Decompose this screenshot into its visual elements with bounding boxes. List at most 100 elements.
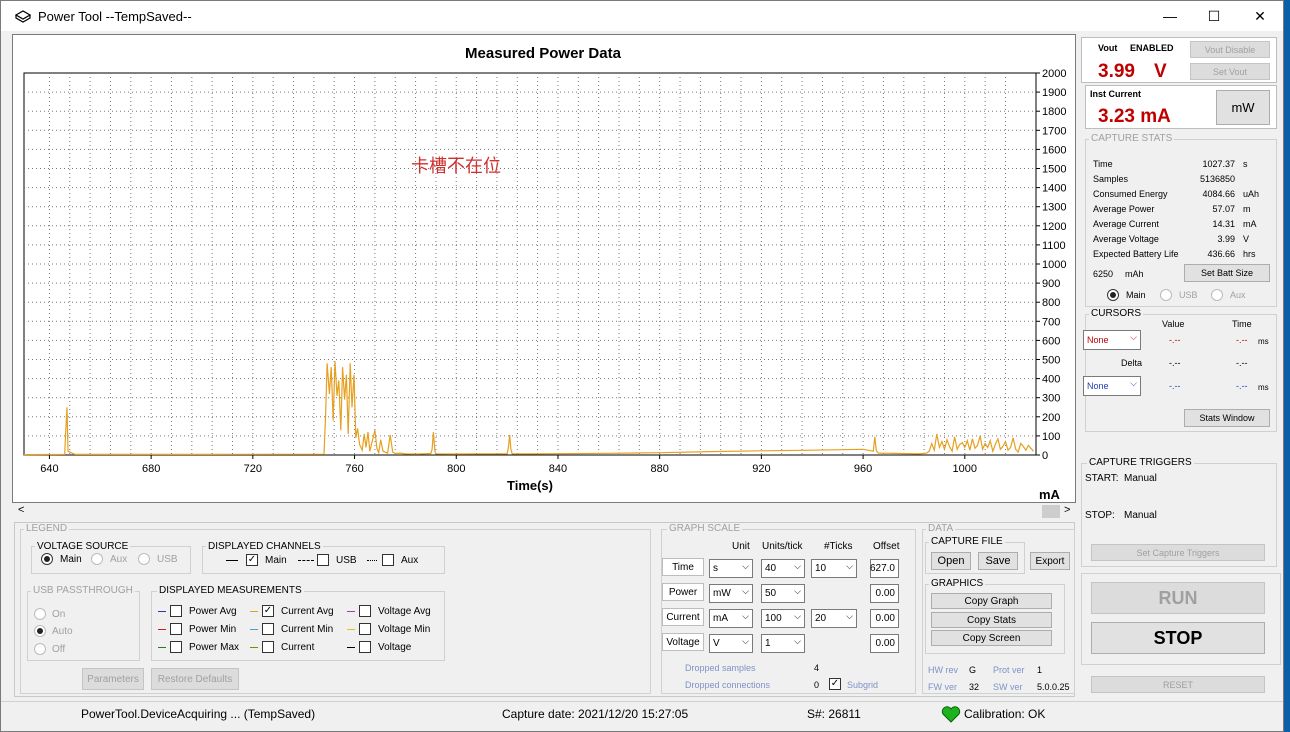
restore-defaults-button[interactable]: Restore Defaults	[151, 668, 239, 690]
vsource-main-radio[interactable]	[41, 553, 53, 565]
stat-unit: hrs	[1243, 249, 1256, 259]
cursor1-select[interactable]: None ⌵	[1083, 330, 1141, 350]
cursors-title: CURSORS	[1089, 308, 1144, 319]
maximize-button[interactable]: ☐	[1191, 1, 1237, 31]
measurement-checkbox[interactable]	[262, 623, 274, 635]
stats-source-aux-radio[interactable]	[1211, 289, 1223, 301]
measurement-checkbox[interactable]	[170, 641, 182, 653]
channel-aux-checkbox[interactable]	[382, 554, 394, 566]
dropped-connections-value: 0	[814, 680, 820, 690]
set-vout-button[interactable]: Set Vout	[1190, 63, 1270, 80]
close-button[interactable]: ✕	[1237, 1, 1283, 31]
scale-units-tick-select[interactable]: 40 ⌵	[761, 559, 805, 578]
scale-units-tick-select[interactable]: 50 ⌵	[761, 584, 805, 603]
stat-value: 436.66	[1207, 249, 1235, 259]
scroll-left-icon[interactable]: <	[18, 504, 24, 516]
copy-stats-button[interactable]: Copy Stats	[931, 612, 1052, 628]
chart-scrollbar[interactable]: < >	[14, 503, 1075, 520]
chart-title: Measured Power Data	[465, 45, 622, 62]
scale-ticks-value: 10	[815, 563, 827, 574]
capture-triggers-title: CAPTURE TRIGGERS	[1087, 457, 1194, 468]
stats-window-button[interactable]: Stats Window	[1184, 409, 1270, 427]
passthrough-off-radio[interactable]	[34, 643, 46, 655]
chevron-down-icon: ⌵	[742, 561, 749, 571]
power-chart[interactable]: Measured Power Data 640 680 720 760 800 840 880…	[13, 35, 1075, 502]
scale-unit-select[interactable]: mA ⌵	[709, 609, 753, 628]
measurement-checkbox[interactable]	[262, 641, 274, 653]
stop-button[interactable]: STOP	[1091, 622, 1265, 654]
parameters-button[interactable]: Parameters	[82, 668, 144, 690]
copy-graph-button[interactable]: Copy Graph	[931, 593, 1052, 609]
vsource-usb-radio[interactable]	[138, 553, 150, 565]
passthrough-auto-radio[interactable]	[34, 625, 46, 637]
scale-units-tick-select[interactable]: 1 ⌵	[761, 634, 805, 653]
unit-toggle-button[interactable]: mW	[1216, 90, 1270, 125]
dropped-connections-label: Dropped connections	[685, 680, 771, 690]
main-line-swatch	[226, 560, 238, 561]
scale-offset-input[interactable]: 0.00	[870, 634, 899, 653]
scale-row-label: Time	[662, 558, 704, 576]
chevron-down-icon: ⌵	[794, 636, 801, 646]
cursor2-ms: ms	[1258, 383, 1269, 392]
scale-offset-header: Offset	[873, 541, 900, 552]
trigger-start-value: Manual	[1124, 473, 1157, 484]
stat-unit: V	[1243, 234, 1250, 244]
scale-unit-select[interactable]: V ⌵	[709, 634, 753, 653]
x-tick-label: 760	[345, 463, 363, 475]
measurement-label: Power Max	[189, 642, 240, 653]
prot-ver-label: Prot ver	[993, 665, 1025, 675]
scale-ticks-select[interactable]: 20 ⌵	[811, 609, 857, 628]
measurement-checkbox[interactable]	[359, 605, 371, 617]
scale-row-label: Current	[662, 608, 704, 626]
measurement-checkbox[interactable]	[170, 623, 182, 635]
run-button[interactable]: RUN	[1091, 582, 1265, 614]
set-batt-size-button[interactable]: Set Batt Size	[1184, 264, 1270, 282]
reset-button[interactable]: RESET	[1091, 676, 1265, 693]
passthrough-on-radio[interactable]	[34, 608, 46, 620]
set-capture-triggers-button[interactable]: Set Capture Triggers	[1091, 544, 1265, 561]
measurement-checkbox[interactable]	[170, 605, 182, 617]
maximize-icon: ☐	[1207, 7, 1221, 24]
status-bar: PowerTool.DeviceAcquiring ... (TempSaved…	[1, 701, 1283, 731]
y-tick-label: 1400	[1042, 183, 1066, 195]
measurement-checkbox[interactable]	[359, 623, 371, 635]
open-button[interactable]: Open	[931, 552, 971, 570]
scroll-right-icon[interactable]: >	[1064, 504, 1070, 516]
app-icon	[15, 10, 31, 23]
save-button[interactable]: Save	[978, 552, 1018, 570]
channel-main-checkbox[interactable]: ✓	[246, 554, 258, 566]
minimize-button[interactable]: —	[1147, 1, 1193, 31]
cursor2-select[interactable]: None ⌵	[1083, 376, 1141, 396]
vout-disable-button[interactable]: Vout Disable	[1190, 41, 1270, 58]
channel-main-label: Main	[265, 555, 287, 566]
scroll-thumb[interactable]	[1042, 505, 1060, 518]
x-tick-label: 840	[549, 463, 567, 475]
trigger-start-label: START:	[1085, 473, 1119, 484]
copy-screen-button[interactable]: Copy Screen	[931, 630, 1052, 646]
window-title: Power Tool --TempSaved--	[38, 9, 192, 24]
measurement-label: Current Avg	[281, 606, 334, 617]
scale-unit-select[interactable]: s ⌵	[709, 559, 753, 578]
stats-source-main-radio[interactable]	[1107, 289, 1119, 301]
subgrid-checkbox[interactable]: ✓	[829, 678, 841, 690]
chart-panel[interactable]: Measured Power Data 640 680 720 760 800 840 880…	[12, 34, 1076, 503]
stat-name: Expected Battery Life	[1093, 249, 1179, 259]
scale-units-tick-select[interactable]: 100 ⌵	[761, 609, 805, 628]
export-button[interactable]: Export	[1030, 552, 1070, 570]
scale-ticks-select[interactable]: 10 ⌵	[811, 559, 857, 578]
stats-source-usb-radio[interactable]	[1160, 289, 1172, 301]
scale-offset-input[interactable]: 627.0	[870, 559, 899, 578]
scale-offset-input[interactable]: 0.00	[870, 584, 899, 603]
cursor1-ms: ms	[1258, 337, 1269, 346]
channel-usb-checkbox[interactable]	[317, 554, 329, 566]
measurement-label: Voltage	[378, 642, 412, 653]
status-text: PowerTool.DeviceAcquiring ... (TempSaved…	[81, 707, 316, 721]
scale-offset-input[interactable]: 0.00	[870, 609, 899, 628]
vsource-aux-radio[interactable]	[91, 553, 103, 565]
measurement-checkbox[interactable]	[359, 641, 371, 653]
scale-unit-select[interactable]: mW ⌵	[709, 584, 753, 603]
y-tick-label: 2000	[1042, 68, 1066, 80]
stat-value: 4084.66	[1202, 189, 1235, 199]
measurement-checkbox[interactable]: ✓	[262, 605, 274, 617]
graphics-title: GRAPHICS	[929, 578, 986, 589]
